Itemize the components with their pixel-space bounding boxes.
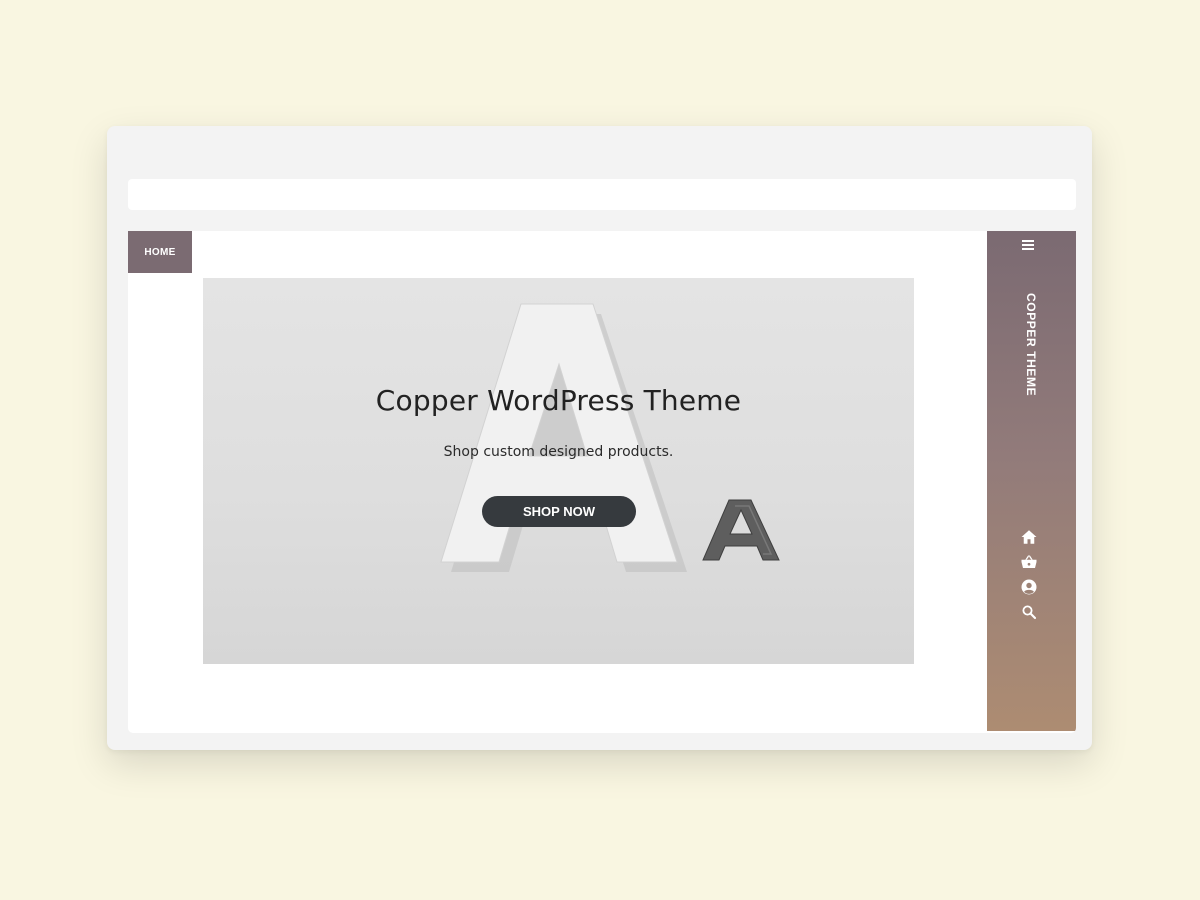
hero-subtitle: Shop custom designed products.: [443, 444, 674, 460]
home-icon[interactable]: [1020, 528, 1038, 546]
hero-title: Copper WordPress Theme: [375, 384, 742, 417]
hero-banner: Copper WordPress Theme Shop custom desig…: [203, 278, 914, 664]
basket-icon[interactable]: [1020, 553, 1038, 571]
hero-letters-image: [440, 303, 780, 572]
page-viewport: HOME Copper WordPress Theme Shop custom …: [128, 231, 1076, 733]
menu-icon[interactable]: [1022, 240, 1034, 250]
shop-now-button[interactable]: SHOP NOW: [482, 496, 636, 527]
account-icon[interactable]: [1020, 578, 1038, 596]
address-bar[interactable]: [128, 179, 1076, 210]
sidebar: COPPER THEME: [987, 231, 1076, 731]
home-nav-link[interactable]: HOME: [128, 231, 192, 273]
browser-window: HOME Copper WordPress Theme Shop custom …: [107, 126, 1092, 750]
search-icon[interactable]: [1020, 603, 1038, 621]
site-name[interactable]: COPPER THEME: [1024, 293, 1038, 396]
